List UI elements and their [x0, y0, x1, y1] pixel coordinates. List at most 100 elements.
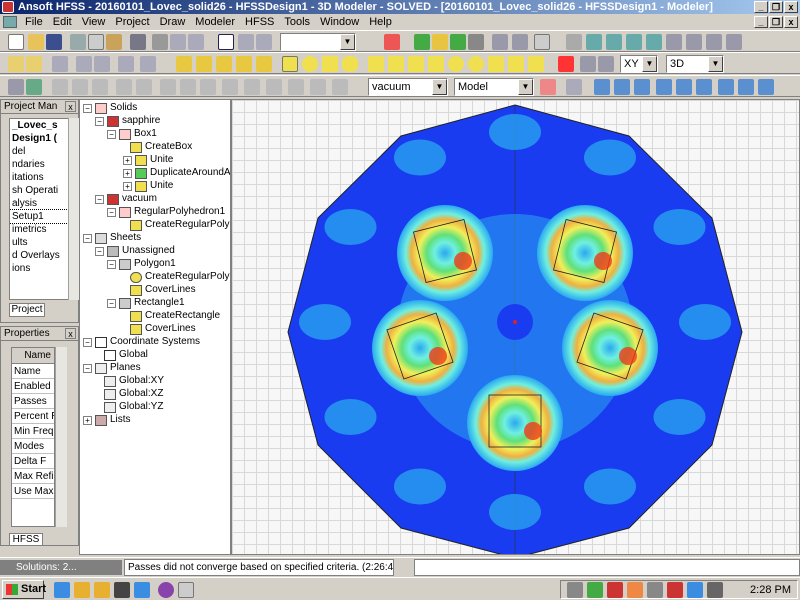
tree-rectangle1[interactable]: − Rectangle1	[107, 297, 185, 309]
drawing-mode-select[interactable]: 3D ▼	[666, 55, 724, 73]
grid-icon[interactable]	[534, 34, 550, 50]
imprint-icon[interactable]	[136, 79, 152, 95]
tree-lists[interactable]: + Lists	[83, 414, 131, 426]
model-select[interactable]: Model ▼	[454, 78, 534, 96]
start-button[interactable]: Start	[2, 580, 46, 599]
clock[interactable]: 2:28 PM	[750, 583, 791, 598]
collapse-icon[interactable]: −	[95, 246, 104, 256]
snap-options-icon[interactable]	[758, 79, 774, 95]
wireframe-icon[interactable]	[8, 79, 24, 95]
project-node[interactable]: _Lovec_s	[10, 119, 68, 132]
tree-unassigned[interactable]: − Unassigned	[95, 245, 175, 257]
spline-icon[interactable]	[196, 56, 212, 72]
thicken-icon[interactable]	[222, 79, 238, 95]
unite-icon[interactable]	[52, 79, 68, 95]
zoom-window-icon[interactable]	[646, 34, 662, 50]
properties-close-icon[interactable]: x	[65, 328, 76, 339]
print-icon[interactable]	[130, 34, 146, 50]
equation-curve-icon[interactable]	[256, 56, 272, 72]
selection-filter-select[interactable]: ▼	[280, 33, 356, 51]
tree-createbox[interactable]: CreateBox	[130, 141, 192, 153]
rectangle-icon[interactable]	[282, 56, 298, 72]
show-icon[interactable]	[94, 56, 110, 72]
tree-create-regpolyg[interactable]: CreateRegularPolyg	[130, 271, 230, 283]
material-icon[interactable]	[540, 79, 556, 95]
expand-icon[interactable]: +	[123, 155, 132, 165]
expand-icon[interactable]: +	[123, 168, 132, 178]
plane-icon[interactable]	[598, 56, 614, 72]
minimize-button[interactable]: _	[754, 1, 768, 13]
dynamic-zoom-icon[interactable]	[626, 34, 642, 50]
sweep-icon[interactable]	[160, 79, 176, 95]
intersect-icon[interactable]	[92, 79, 108, 95]
menu-project[interactable]: Project	[110, 14, 154, 30]
collapse-icon[interactable]: −	[107, 207, 116, 217]
menu-tools[interactable]: Tools	[279, 14, 315, 30]
document-taskbar-icon[interactable]	[178, 582, 194, 598]
properties-header[interactable]: Name	[12, 348, 54, 364]
bondwire-icon[interactable]	[508, 56, 524, 72]
help-icon[interactable]	[8, 56, 24, 72]
property-row[interactable]: Enabled	[12, 379, 54, 394]
menu-edit[interactable]: Edit	[48, 14, 77, 30]
undo-icon[interactable]	[170, 34, 186, 50]
polygon-icon[interactable]	[322, 56, 338, 72]
material-select[interactable]: vacuum ▼	[368, 78, 448, 96]
tree-global[interactable]: Global	[104, 349, 148, 361]
definitions-node[interactable]: ions	[10, 262, 68, 275]
explorer-icon[interactable]	[74, 582, 90, 598]
tab-project[interactable]: Project	[9, 303, 45, 317]
snap-mode-icon[interactable]	[718, 79, 734, 95]
arc-center-icon[interactable]	[236, 56, 252, 72]
project-tree[interactable]: _Lovec_s Design1 ( del ndaries itations …	[9, 118, 69, 300]
results-node[interactable]: ults	[10, 236, 68, 249]
tree-coverlines-2[interactable]: CoverLines	[130, 323, 196, 335]
tree-solids[interactable]: − Solids	[83, 102, 137, 114]
zoom-icon[interactable]	[706, 34, 722, 50]
box-icon[interactable]	[368, 56, 384, 72]
optimetrics-node[interactable]: imetrics	[10, 223, 68, 236]
sphere-icon[interactable]	[448, 56, 464, 72]
menu-help[interactable]: Help	[364, 14, 397, 30]
property-row[interactable]: Name	[12, 364, 54, 379]
ellipse-icon[interactable]	[342, 56, 358, 72]
tree-global-xy[interactable]: Global:XY	[104, 375, 164, 387]
copy-icon[interactable]	[88, 34, 104, 50]
display-icon[interactable]	[687, 582, 703, 598]
cone-icon[interactable]	[428, 56, 444, 72]
cut-icon[interactable]	[70, 34, 86, 50]
snap-edge-icon[interactable]	[614, 79, 630, 95]
property-row[interactable]: Max Refin.	[12, 469, 54, 484]
mdi-close-button[interactable]: x	[784, 16, 798, 28]
modeler-viewport[interactable]	[231, 99, 800, 555]
snap-center-icon[interactable]	[656, 79, 672, 95]
snap-quadrant-icon[interactable]	[676, 79, 692, 95]
field-overlays-node[interactable]: d Overlays	[10, 249, 68, 262]
field-plot-canvas[interactable]	[232, 100, 800, 555]
network-icon[interactable]	[567, 582, 583, 598]
boundaries-node[interactable]: ndaries	[10, 158, 68, 171]
tab-hfss[interactable]: HFSS	[9, 533, 43, 546]
field-plot-icon[interactable]	[450, 34, 466, 50]
mdi-minimize-button[interactable]: _	[754, 16, 768, 28]
collapse-icon[interactable]: −	[107, 129, 116, 139]
validate-icon[interactable]	[414, 34, 430, 50]
analyze-icon[interactable]	[432, 34, 448, 50]
fit-all-icon[interactable]	[666, 34, 682, 50]
context-help-icon[interactable]	[26, 56, 42, 72]
mirror-icon[interactable]	[332, 79, 348, 95]
tree-planes[interactable]: − Planes	[83, 362, 141, 374]
tree-create-regpoly[interactable]: CreateRegularPolyh	[130, 219, 230, 231]
cylinder-icon[interactable]	[388, 56, 404, 72]
tree-regpoly[interactable]: − RegularPolyhedron1	[107, 206, 225, 218]
tree-polygon1[interactable]: − Polygon1	[107, 258, 176, 270]
menu-hfss[interactable]: HFSS	[240, 14, 279, 30]
usb-icon[interactable]	[707, 582, 723, 598]
tree-unite-2[interactable]: + Unite	[123, 180, 173, 192]
menu-modeler[interactable]: Modeler	[190, 14, 240, 30]
terminal-icon[interactable]	[114, 582, 130, 598]
tree-coord-systems[interactable]: − Coordinate Systems	[83, 336, 200, 348]
relative-cs-icon[interactable]	[558, 56, 574, 72]
mesh-operations-node[interactable]: sh Operati	[10, 184, 68, 197]
atom-icon[interactable]	[26, 79, 42, 95]
